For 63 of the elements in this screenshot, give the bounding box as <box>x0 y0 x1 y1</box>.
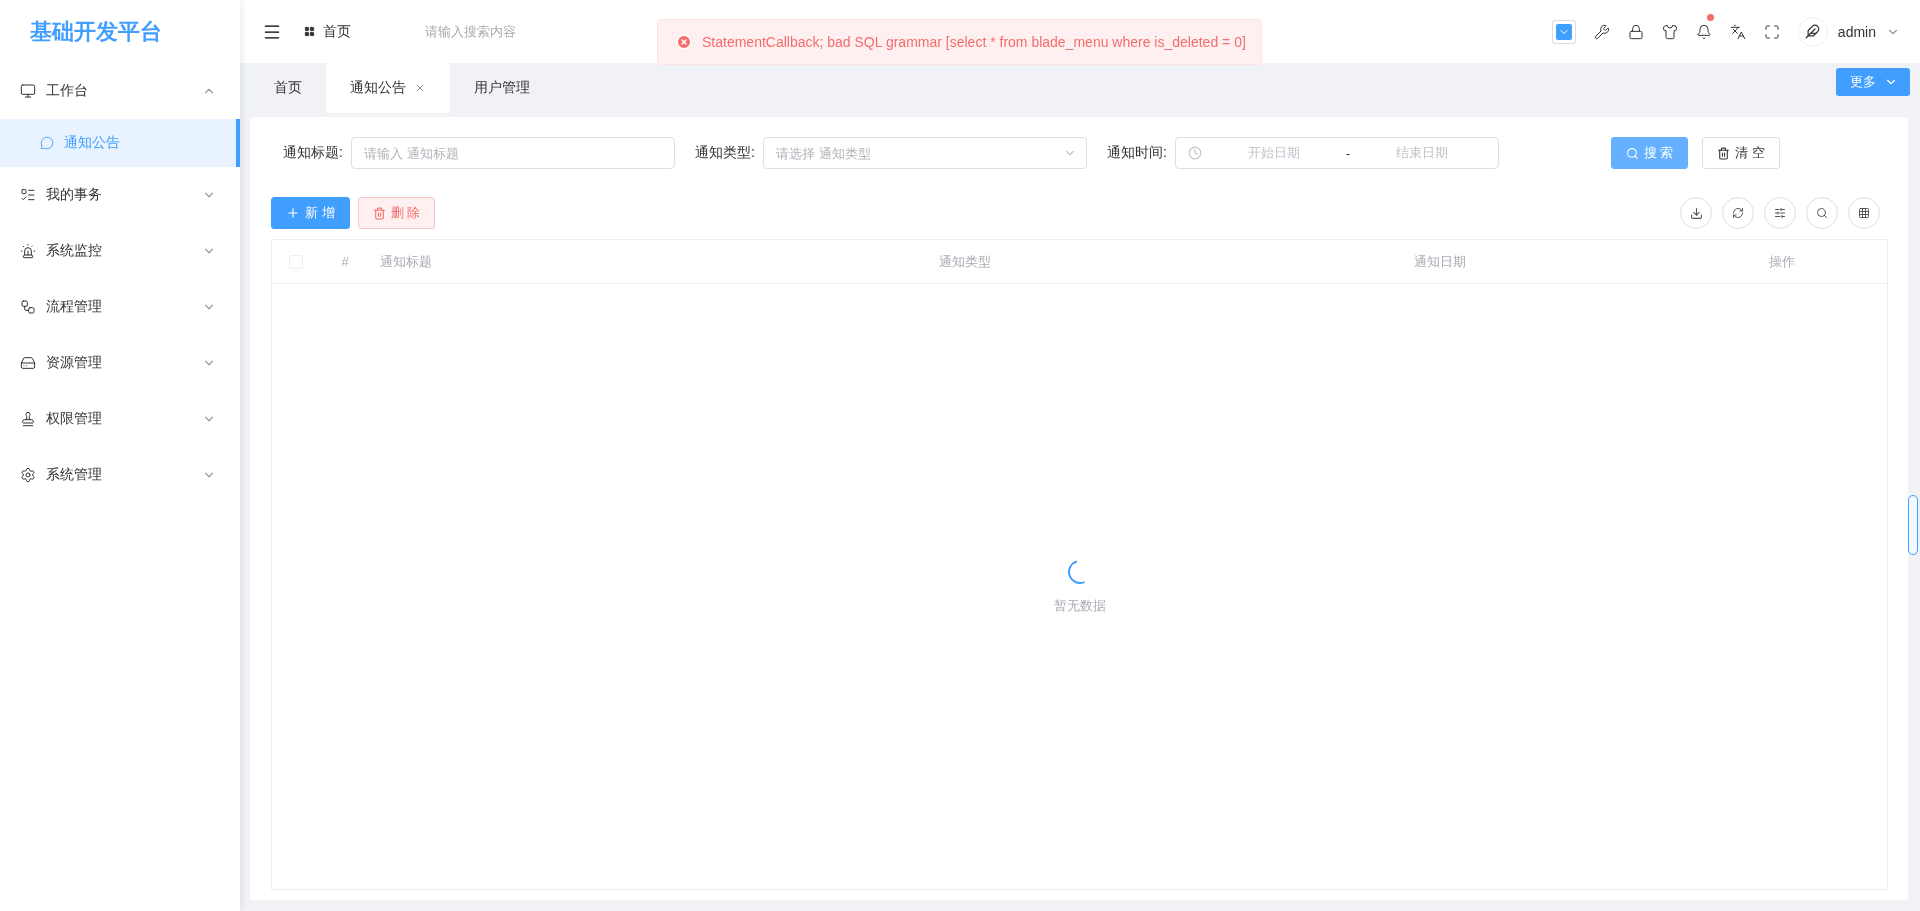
refresh-button[interactable] <box>1722 197 1754 229</box>
sidebar-item[interactable]: 权限管理 <box>0 391 240 447</box>
chat-bubble-icon <box>40 136 54 150</box>
monitor-icon <box>20 83 36 99</box>
feather-icon <box>1805 24 1821 39</box>
tab[interactable]: 通知公告 <box>326 63 450 113</box>
bell-icon[interactable] <box>1695 23 1712 40</box>
shirt-icon[interactable] <box>1661 23 1678 40</box>
sidebar-item[interactable]: 系统监控 <box>0 223 240 279</box>
stamp-icon <box>20 411 36 427</box>
sidebar-item[interactable]: 工作台 <box>0 63 240 119</box>
trash-icon <box>1717 146 1731 160</box>
grid-icon <box>1858 207 1870 219</box>
fullscreen-icon[interactable] <box>1763 23 1780 40</box>
filter-label: 通知标题: <box>282 144 343 162</box>
clear-button[interactable]: 清 空 <box>1702 137 1780 169</box>
wrench-icon[interactable] <box>1593 23 1610 40</box>
flow-icon <box>20 299 36 315</box>
settings-icon <box>20 467 36 483</box>
tab[interactable]: 用户管理 <box>450 63 554 113</box>
user-name[interactable]: admin <box>1837 23 1876 40</box>
drive-icon <box>20 355 36 371</box>
download-icon <box>1689 206 1703 220</box>
filter-label: 通知类型: <box>694 144 755 162</box>
column-header: 操作 <box>1768 252 1796 271</box>
columns-button[interactable] <box>1848 197 1880 229</box>
column-header: 通知日期 <box>1412 252 1467 271</box>
theme-toggle[interactable] <box>1551 19 1576 44</box>
download-button[interactable] <box>1680 197 1712 229</box>
type-select-field[interactable]: 请选择 通知类型 <box>763 137 1087 169</box>
search-icon <box>1816 207 1828 219</box>
title-input-field[interactable]: 请输入 通知标题 <box>351 137 675 169</box>
error-message: StatementCallback; bad SQL grammar [select * from blade_menu where is_deleted = 0] <box>702 34 1246 50</box>
language-icon[interactable] <box>1729 23 1746 40</box>
plus-icon <box>286 206 300 220</box>
logo-text: 基础开发平台 <box>29 17 163 46</box>
column-header: 通知标题 <box>379 252 433 271</box>
search-toggle-button[interactable] <box>1806 197 1838 229</box>
lock-icon[interactable] <box>1627 23 1644 40</box>
clock-icon <box>1188 146 1202 160</box>
grid-icon <box>304 26 315 37</box>
search-field[interactable]: 请输入搜索内容 <box>423 23 623 40</box>
column-header: # <box>340 254 350 269</box>
date-range-field[interactable]: 开始日期 - 结束日期 <box>1175 137 1499 169</box>
column-header: 通知类型 <box>937 252 992 271</box>
sidebar-item[interactable]: 系统管理 <box>0 447 240 503</box>
refresh-icon <box>1732 207 1744 219</box>
sidebar-item[interactable]: 资源管理 <box>0 335 240 391</box>
trash-icon <box>372 206 386 220</box>
scroll-handle[interactable] <box>1908 495 1918 555</box>
empty-text: 暂无数据 <box>1053 596 1106 615</box>
tab[interactable]: 首页 <box>250 63 326 113</box>
sidebar-item[interactable]: 我的事务 <box>0 167 240 223</box>
breadcrumb-link[interactable]: 首页 <box>304 22 351 41</box>
list-icon <box>20 187 36 203</box>
close-icon[interactable] <box>414 82 426 94</box>
sliders-icon <box>1774 207 1786 219</box>
error-icon <box>676 34 692 50</box>
alarm-icon <box>20 243 36 259</box>
sidebar-item[interactable]: 流程管理 <box>0 279 240 335</box>
filter-label: 通知时间: <box>1106 144 1167 162</box>
filter-settings-button[interactable] <box>1764 197 1796 229</box>
search-icon <box>1625 146 1639 160</box>
